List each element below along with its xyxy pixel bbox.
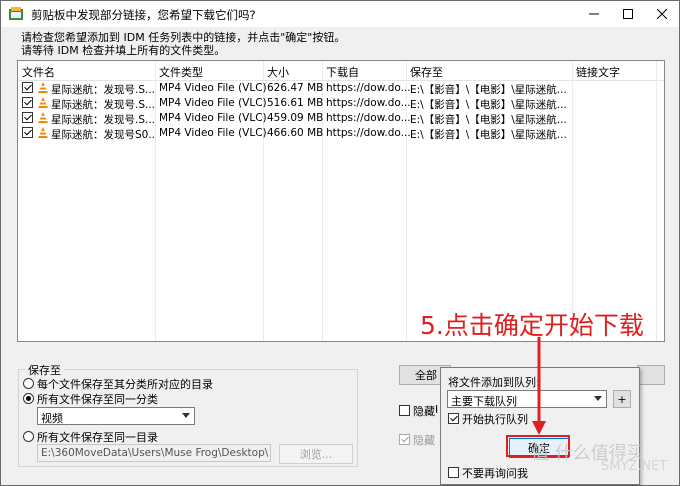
cell-source: https://dow.do... [326, 127, 411, 139]
hide-checkbox-2-label[interactable]: 隐藏 [413, 432, 435, 448]
cell-saveto: E:\【影音】\【电影】\星际迷航... [410, 114, 567, 126]
col-header-filename[interactable]: 文件名 [22, 64, 55, 80]
cell-source: https://dow.do... [326, 112, 411, 124]
cell-saveto: E:\【影音】\【电影】\星际迷航... [410, 99, 567, 111]
radio-save-same-folder-label[interactable]: 所有文件保存至同一目录 [37, 429, 158, 445]
cell-filename: 星际迷航：发现号.S... [51, 84, 155, 96]
chevron-down-icon [594, 396, 602, 401]
radio-save-by-category-folder[interactable] [23, 378, 34, 389]
radio-save-same-category-label[interactable]: 所有文件保存至同一分类 [37, 391, 158, 407]
start-queue-checkbox[interactable] [448, 413, 459, 424]
row-checkbox[interactable] [22, 82, 33, 93]
col-header-saveto[interactable]: 保存至 [410, 64, 443, 80]
table-row[interactable]: 星际迷航：发现号.S... MP4 Video File (VLC) 626.4… [18, 81, 664, 96]
title-bar: 剪贴板中发现部分链接，您希望下载它们吗? [1, 1, 679, 27]
maximize-button[interactable] [611, 1, 645, 27]
cell-size: 459.09 MB [267, 112, 324, 124]
instruction-line-1: 请检查您希望添加到 IDM 任务列表中的链接，并点击"确定"按钮。 [21, 31, 346, 44]
radio-save-by-category-folder-label[interactable]: 每个文件保存至其分类所对应的目录 [37, 376, 213, 392]
chevron-down-icon [182, 413, 190, 418]
radio-save-same-category[interactable] [23, 393, 34, 404]
cell-filename: 星际迷航：发现号.S... [51, 114, 155, 126]
table-row[interactable]: 星际迷航：发现号.S... MP4 Video File (VLC) 459.0… [18, 111, 664, 126]
cell-filetype: MP4 Video File (VLC) [159, 97, 267, 109]
close-icon [657, 9, 667, 19]
minimize-icon [589, 13, 599, 15]
hide-checkbox-2[interactable] [399, 434, 410, 445]
table-row[interactable]: 星际迷航：发现号S0... MP4 Video File (VLC) 466.6… [18, 126, 664, 141]
cell-saveto: E:\【影音】\【电影】\星际迷航... [410, 84, 567, 96]
category-select-value: 视频 [41, 412, 63, 425]
save-path-field[interactable]: E:\360MoveData\Users\Muse Frog\Desktop\ [37, 444, 271, 462]
no-ask-label[interactable]: 不要再询问我 [462, 465, 528, 481]
radio-save-same-folder[interactable] [23, 431, 34, 442]
col-header-size[interactable]: 大小 [267, 64, 289, 80]
cell-source: https://dow.do... [326, 82, 411, 94]
vlc-cone-icon [38, 82, 48, 93]
no-ask-checkbox[interactable] [448, 467, 459, 478]
idm-app-icon [9, 7, 23, 20]
cell-saveto: E:\【影音】\【电影】\星际迷航... [410, 129, 567, 141]
vlc-cone-icon [38, 127, 48, 138]
row-checkbox[interactable] [22, 112, 33, 123]
add-queue-button[interactable]: + [613, 390, 631, 408]
idm-dialog-window: 剪贴板中发现部分链接，您希望下载它们吗? 请检查您希望添加到 IDM 任务列表中… [0, 0, 680, 486]
col-header-linktext[interactable]: 链接文字 [576, 64, 620, 80]
cell-size: 516.61 MB [267, 97, 324, 109]
window-title: 剪贴板中发现部分链接，您希望下载它们吗? [31, 8, 256, 22]
cell-size: 466.60 MB [267, 127, 324, 139]
row-checkbox[interactable] [22, 127, 33, 138]
col-header-source[interactable]: 下载自 [326, 64, 359, 80]
vlc-cone-icon [38, 97, 48, 108]
save-path-value: E:\360MoveData\Users\Muse Frog\Desktop\ [41, 447, 269, 459]
cell-filetype: MP4 Video File (VLC) [159, 82, 267, 94]
close-button[interactable] [645, 1, 679, 27]
table-header: 文件名 文件类型 大小 下载自 保存至 链接文字 [18, 61, 664, 81]
cell-size: 626.47 MB [267, 82, 324, 94]
queue-select-value: 主要下载队列 [451, 395, 517, 408]
queue-select[interactable]: 主要下载队列 [447, 390, 607, 408]
annotation-arrow-icon [532, 337, 546, 435]
minimize-button[interactable] [577, 1, 611, 27]
instruction-line-2: 请等待 IDM 检查并填上所有的文件类型。 [21, 44, 226, 57]
instructions: 请检查您希望添加到 IDM 任务列表中的链接，并点击"确定"按钮。 请等待 ID… [21, 31, 345, 57]
cell-filetype: MP4 Video File (VLC) [159, 127, 267, 139]
partially-hidden-button[interactable] [637, 365, 665, 385]
vlc-cone-icon [38, 112, 48, 123]
category-select[interactable]: 视频 [37, 407, 195, 425]
links-table[interactable]: 文件名 文件类型 大小 下载自 保存至 链接文字 星际迷航：发现号.S... M… [17, 60, 665, 342]
table-row[interactable]: 星际迷航：发现号.S... MP4 Video File (VLC) 516.6… [18, 96, 664, 111]
col-header-filetype[interactable]: 文件类型 [159, 64, 203, 80]
cell-filename: 星际迷航：发现号S0... [51, 129, 155, 141]
queue-label: 将文件添加到队列: [448, 376, 540, 389]
watermark-domain: SMYZ.NET [601, 459, 668, 474]
browse-button[interactable]: 浏览... [279, 444, 353, 464]
hide-checkbox-1-suffix: I [435, 403, 439, 416]
cell-filename: 星际迷航：发现号.S... [51, 99, 155, 111]
hide-checkbox-1-label[interactable]: 隐藏 [413, 403, 435, 419]
row-checkbox[interactable] [22, 97, 33, 108]
hide-checkbox-1[interactable] [399, 405, 410, 416]
cell-filetype: MP4 Video File (VLC) [159, 112, 267, 124]
start-queue-label[interactable]: 开始执行队列 [462, 411, 528, 427]
cell-source: https://dow.do... [326, 97, 411, 109]
maximize-icon [623, 9, 633, 19]
